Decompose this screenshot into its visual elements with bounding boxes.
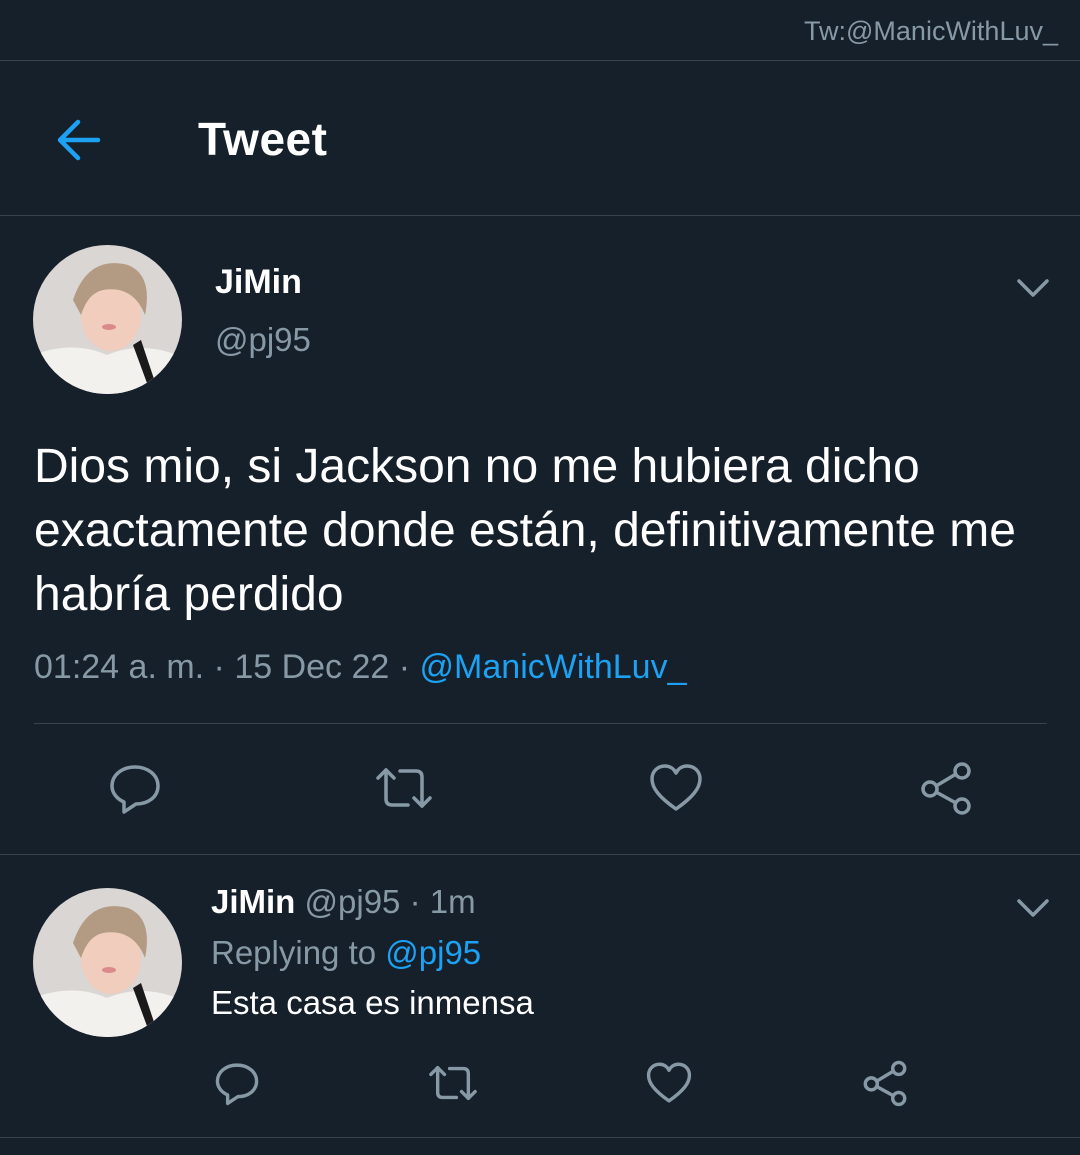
header-divider [0,215,1080,216]
meta-separator: · [204,648,235,686]
retweet-button[interactable] [374,758,434,818]
reply-share-button[interactable] [855,1053,915,1113]
chevron-down-icon [1017,279,1049,297]
tweet-time: 01:24 a. m. [34,648,205,686]
author-handle[interactable]: @pj95 [215,321,311,359]
back-button[interactable] [50,112,106,168]
author-name[interactable]: JiMin [215,263,302,302]
reply-age: 1m [429,883,476,920]
reply-reply-button[interactable] [207,1053,267,1113]
back-arrow-icon [57,119,101,161]
tweet-meta: 01:24 a. m. · 15 Dec 22 · @ManicWithLuv_ [34,648,686,687]
replying-to: Replying to @pj95 [211,934,481,972]
reply-avatar[interactable] [33,888,182,1037]
share-icon [921,762,971,815]
retweet-icon [376,768,432,808]
reply-icon [110,765,160,814]
like-icon [650,764,702,811]
top-divider [0,60,1080,61]
reply-icon [215,1063,259,1106]
share-icon [863,1060,907,1107]
like-button[interactable] [646,758,706,818]
like-icon [646,1062,692,1103]
reply-retweet-button[interactable] [423,1053,483,1113]
reply-text: Esta casa es inmensa [211,984,534,1021]
tweet-text: Dios mio, si Jackson no me hubiera dicho… [34,440,1016,621]
reply-menu-button[interactable] [1013,888,1053,928]
reply-button[interactable] [105,758,165,818]
tweet-detail-screen: Tw:@ManicWithLuv_ Tweet JiMin @pj95 Dios… [0,0,1080,1155]
actions-divider [34,723,1047,724]
source-link[interactable]: @ManicWithLuv_ [420,648,687,686]
reply-author-name[interactable]: JiMin [211,883,295,920]
bottom-divider [0,1137,1080,1138]
reply-like-button[interactable] [639,1053,699,1113]
reply-author-handle[interactable]: @pj95 [295,883,401,920]
meta-separator: · [389,648,420,686]
page-title: Tweet [198,113,328,165]
replying-to-label: Replying to [211,934,386,971]
tweet-divider [0,854,1080,855]
retweet-icon [429,1065,477,1101]
reply-header: JiMin @pj95 · 1m [211,883,476,921]
tweet-date: 15 Dec 22 [234,648,390,686]
chevron-down-icon [1017,899,1049,917]
share-button[interactable] [916,758,976,818]
replying-to-handle[interactable]: @pj95 [385,934,481,971]
avatar[interactable] [33,245,182,394]
tweet-menu-button[interactable] [1013,268,1053,308]
reply-separator: · [400,883,430,920]
watermark: Tw:@ManicWithLuv_ [804,16,1058,46]
